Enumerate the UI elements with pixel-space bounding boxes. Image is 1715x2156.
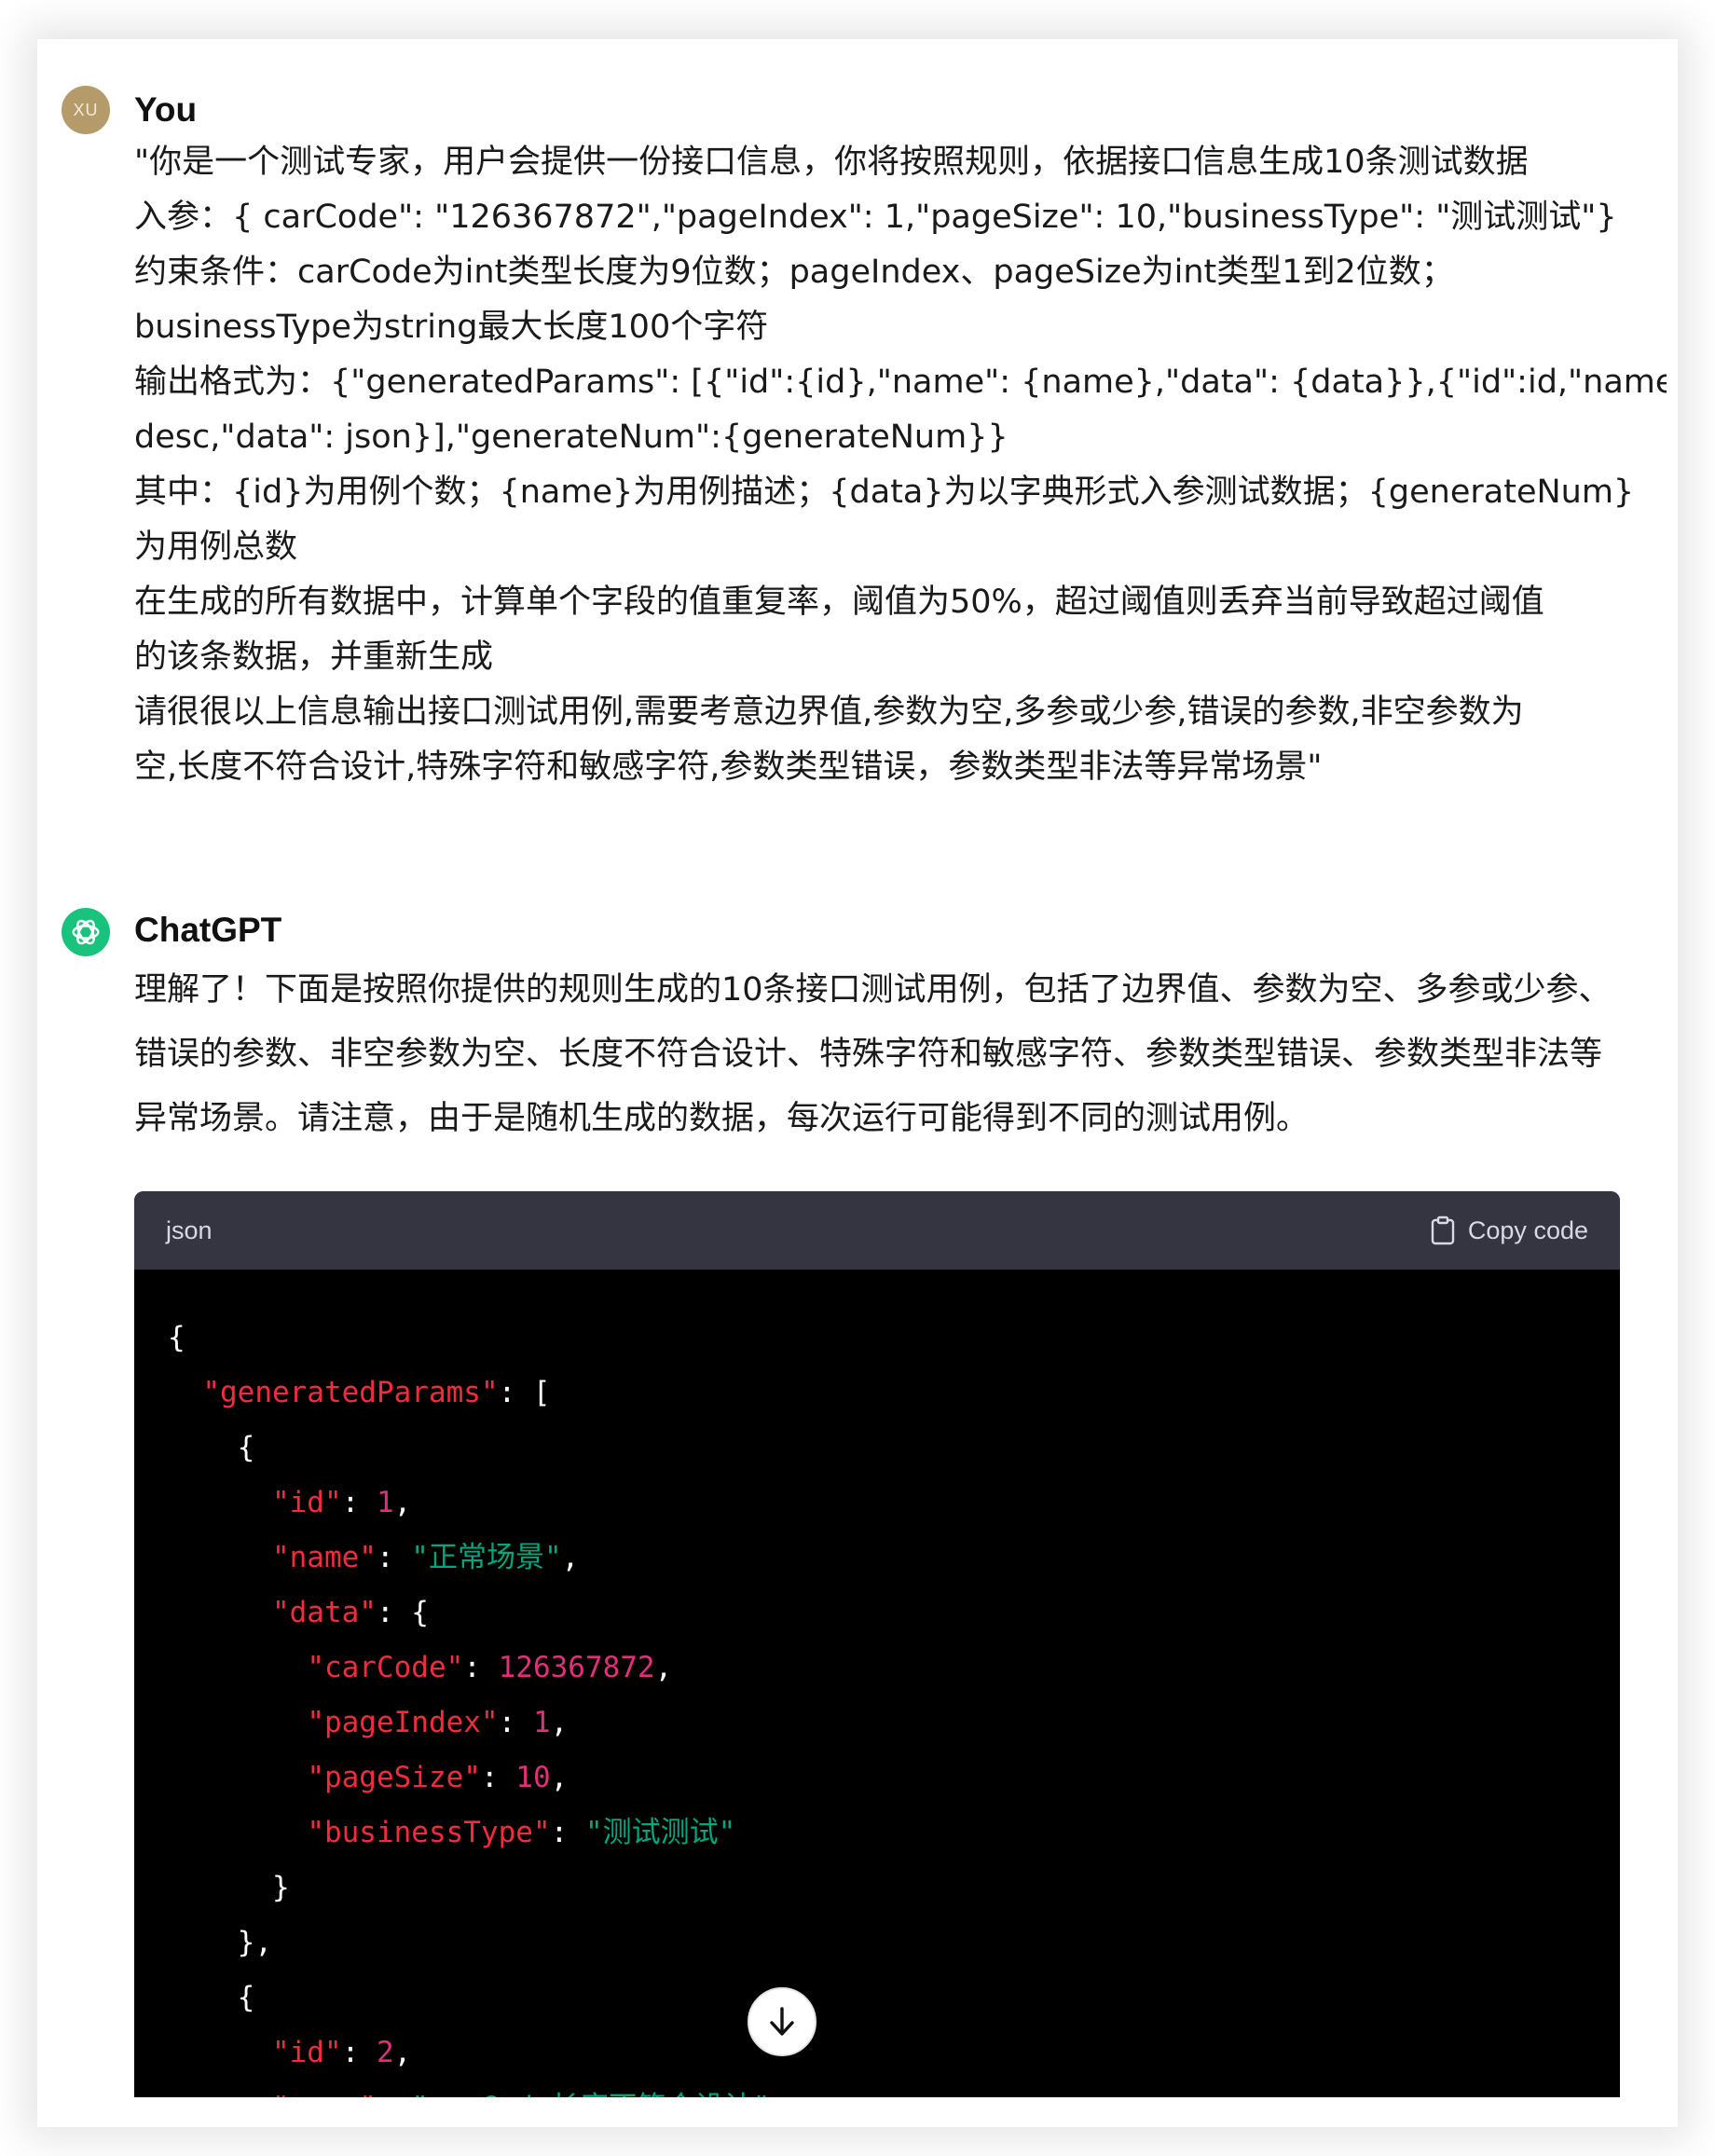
code-token: : xyxy=(498,1706,533,1739)
code-token: : xyxy=(376,1541,412,1574)
code-token: : xyxy=(550,1816,585,1849)
code-token: 1 xyxy=(532,1706,551,1739)
code-block: json Copy code { "generatedParams": [ { … xyxy=(134,1191,1620,2097)
code-line: "data": { xyxy=(168,1586,1620,1641)
code-token: , xyxy=(393,1486,412,1519)
code-token: "name" xyxy=(272,2091,377,2097)
code-token: 1 xyxy=(376,1486,394,1519)
code-token: "generatedParams" xyxy=(202,1376,499,1409)
user-text-line: 其中：{id}为用例个数；{name}为用例描述；{data}为以字典形式入参测… xyxy=(134,474,1635,511)
user-text-line: 入参：{ carCode": "126367872","pageIndex": … xyxy=(134,199,1617,236)
code-token: "正常场景" xyxy=(411,1541,562,1574)
user-text-line: 请很很以上信息输出接口测试用例,需要考意边界值,参数为空,多参或少参,错误的参数… xyxy=(134,693,1524,731)
code-block-header: json Copy code xyxy=(134,1191,1620,1270)
user-avatar: XU xyxy=(62,86,110,134)
code-line: "id": 2, xyxy=(168,2026,1620,2080)
code-token: "测试测试" xyxy=(584,1816,736,1849)
avatar-initials: XU xyxy=(73,100,99,119)
code-token: , xyxy=(550,1761,569,1794)
code-token: : xyxy=(480,1761,516,1794)
code-token: }, xyxy=(168,1926,272,1959)
code-line: "generatedParams": [ xyxy=(168,1366,1620,1421)
code-token: , xyxy=(550,1706,569,1739)
code-token: "data" xyxy=(271,1596,377,1629)
code-token: "carCode长度不符合设计" xyxy=(411,2091,770,2097)
code-token: { xyxy=(168,1321,185,1354)
code-token: , xyxy=(654,1651,673,1684)
user-message-text: "你是一个测试专家，用户会提供一份接口信息，你将按照规则，依据接口信息生成10条… xyxy=(134,135,1667,795)
user-text-line: 为用例总数 xyxy=(134,529,298,566)
code-line: "name": "正常场景", xyxy=(168,1531,1620,1586)
code-token: "name" xyxy=(271,1541,377,1574)
user-text-line: 在生成的所有数据中，计算单个字段的值重复率，阈值为50%，超过阈值则丢弃当前导致… xyxy=(134,584,1544,621)
assistant-text-line: 异常场景。请注意，由于是随机生成的数据，每次运行可能得到不同的测试用例。 xyxy=(134,1100,1310,1137)
code-token: 2 xyxy=(376,2036,394,2069)
code-line: "pageIndex": 1, xyxy=(168,1696,1620,1751)
user-text-line: businessType为string最大长度100个字符 xyxy=(134,309,769,346)
scroll-to-bottom-button[interactable] xyxy=(748,1987,816,2056)
code-token: { xyxy=(168,1981,255,2014)
code-token: "carCode" xyxy=(307,1651,464,1684)
clipboard-icon xyxy=(1431,1215,1455,1245)
user-text-line: 空,长度不符合设计,特殊字符和敏感字符,参数类型错误，参数类型非法等异常场景" xyxy=(134,748,1323,786)
code-token: { xyxy=(168,1431,255,1464)
code-line: { xyxy=(168,1311,1620,1366)
assistant-author-label: ChatGPT xyxy=(134,911,282,949)
code-token: : xyxy=(377,2091,411,2097)
code-line: "carCode": 126367872, xyxy=(168,1641,1620,1696)
user-text-line: 约束条件：carCode为int类型长度为9位数；pageIndex、pageS… xyxy=(134,254,1454,291)
code-line: "id": 1, xyxy=(168,1476,1620,1531)
code-line: "businessType": "测试测试" xyxy=(168,1806,1620,1861)
copy-code-button[interactable]: Copy code xyxy=(1431,1215,1588,1245)
code-line: { xyxy=(168,1421,1620,1476)
arrow-down-icon xyxy=(770,2007,794,2036)
code-token: : { xyxy=(376,1596,429,1629)
code-token: "id" xyxy=(271,1486,342,1519)
code-language-label: json xyxy=(166,1215,213,1244)
openai-logo-icon xyxy=(72,919,100,945)
code-token: "businessType" xyxy=(307,1816,551,1849)
code-line: } xyxy=(168,1861,1620,1916)
code-token: } xyxy=(168,1871,290,1904)
code-line: }, xyxy=(168,1916,1620,1971)
code-token: , xyxy=(393,2036,412,2069)
code-line: "name": "carCode长度不符合设计" xyxy=(168,2080,1620,2097)
user-text-line: desc,"data": json}],"generateNum":{gener… xyxy=(134,419,1008,456)
code-token: "id" xyxy=(271,2036,342,2069)
user-text-line: "你是一个测试专家，用户会提供一份接口信息，你将按照规则，依据接口信息生成10条… xyxy=(134,144,1529,181)
assistant-text-line: 错误的参数、非空参数为空、长度不符合设计、特殊字符和敏感字符、参数类型错误、参数… xyxy=(134,1036,1603,1073)
code-token: : xyxy=(341,1486,377,1519)
code-token: "pageSize" xyxy=(307,1761,481,1794)
code-token: "pageIndex" xyxy=(307,1706,499,1739)
code-token: 10 xyxy=(515,1761,551,1794)
copy-code-label: Copy code xyxy=(1467,1215,1588,1244)
code-token: : xyxy=(341,2036,377,2069)
user-author-label: You xyxy=(134,90,198,129)
assistant-text-line: 理解了！下面是按照你提供的规则生成的10条接口测试用例，包括了边界值、参数为空、… xyxy=(134,971,1612,1009)
code-token: 126367872 xyxy=(498,1651,655,1684)
code-token: : xyxy=(463,1651,499,1684)
assistant-message-text: 理解了！下面是按照你提供的规则生成的10条接口测试用例，包括了边界值、参数为空、… xyxy=(134,958,1663,1151)
code-token: , xyxy=(561,1541,580,1574)
user-text-line: 输出格式为：{"generatedParams": [{"id":{id},"n… xyxy=(134,364,1667,401)
chat-page: XU You "你是一个测试专家，用户会提供一份接口信息，你将按照规则，依据接口… xyxy=(54,56,1667,2097)
chatgpt-logo-icon xyxy=(62,908,110,956)
user-text-line: 的该条数据，并重新生成 xyxy=(134,639,494,676)
code-line: { xyxy=(168,1971,1620,2026)
code-content: { "generatedParams": [ { "id": 1, "name"… xyxy=(134,1270,1620,2097)
code-line: "pageSize": 10, xyxy=(168,1751,1620,1806)
code-token: : [ xyxy=(498,1376,551,1409)
